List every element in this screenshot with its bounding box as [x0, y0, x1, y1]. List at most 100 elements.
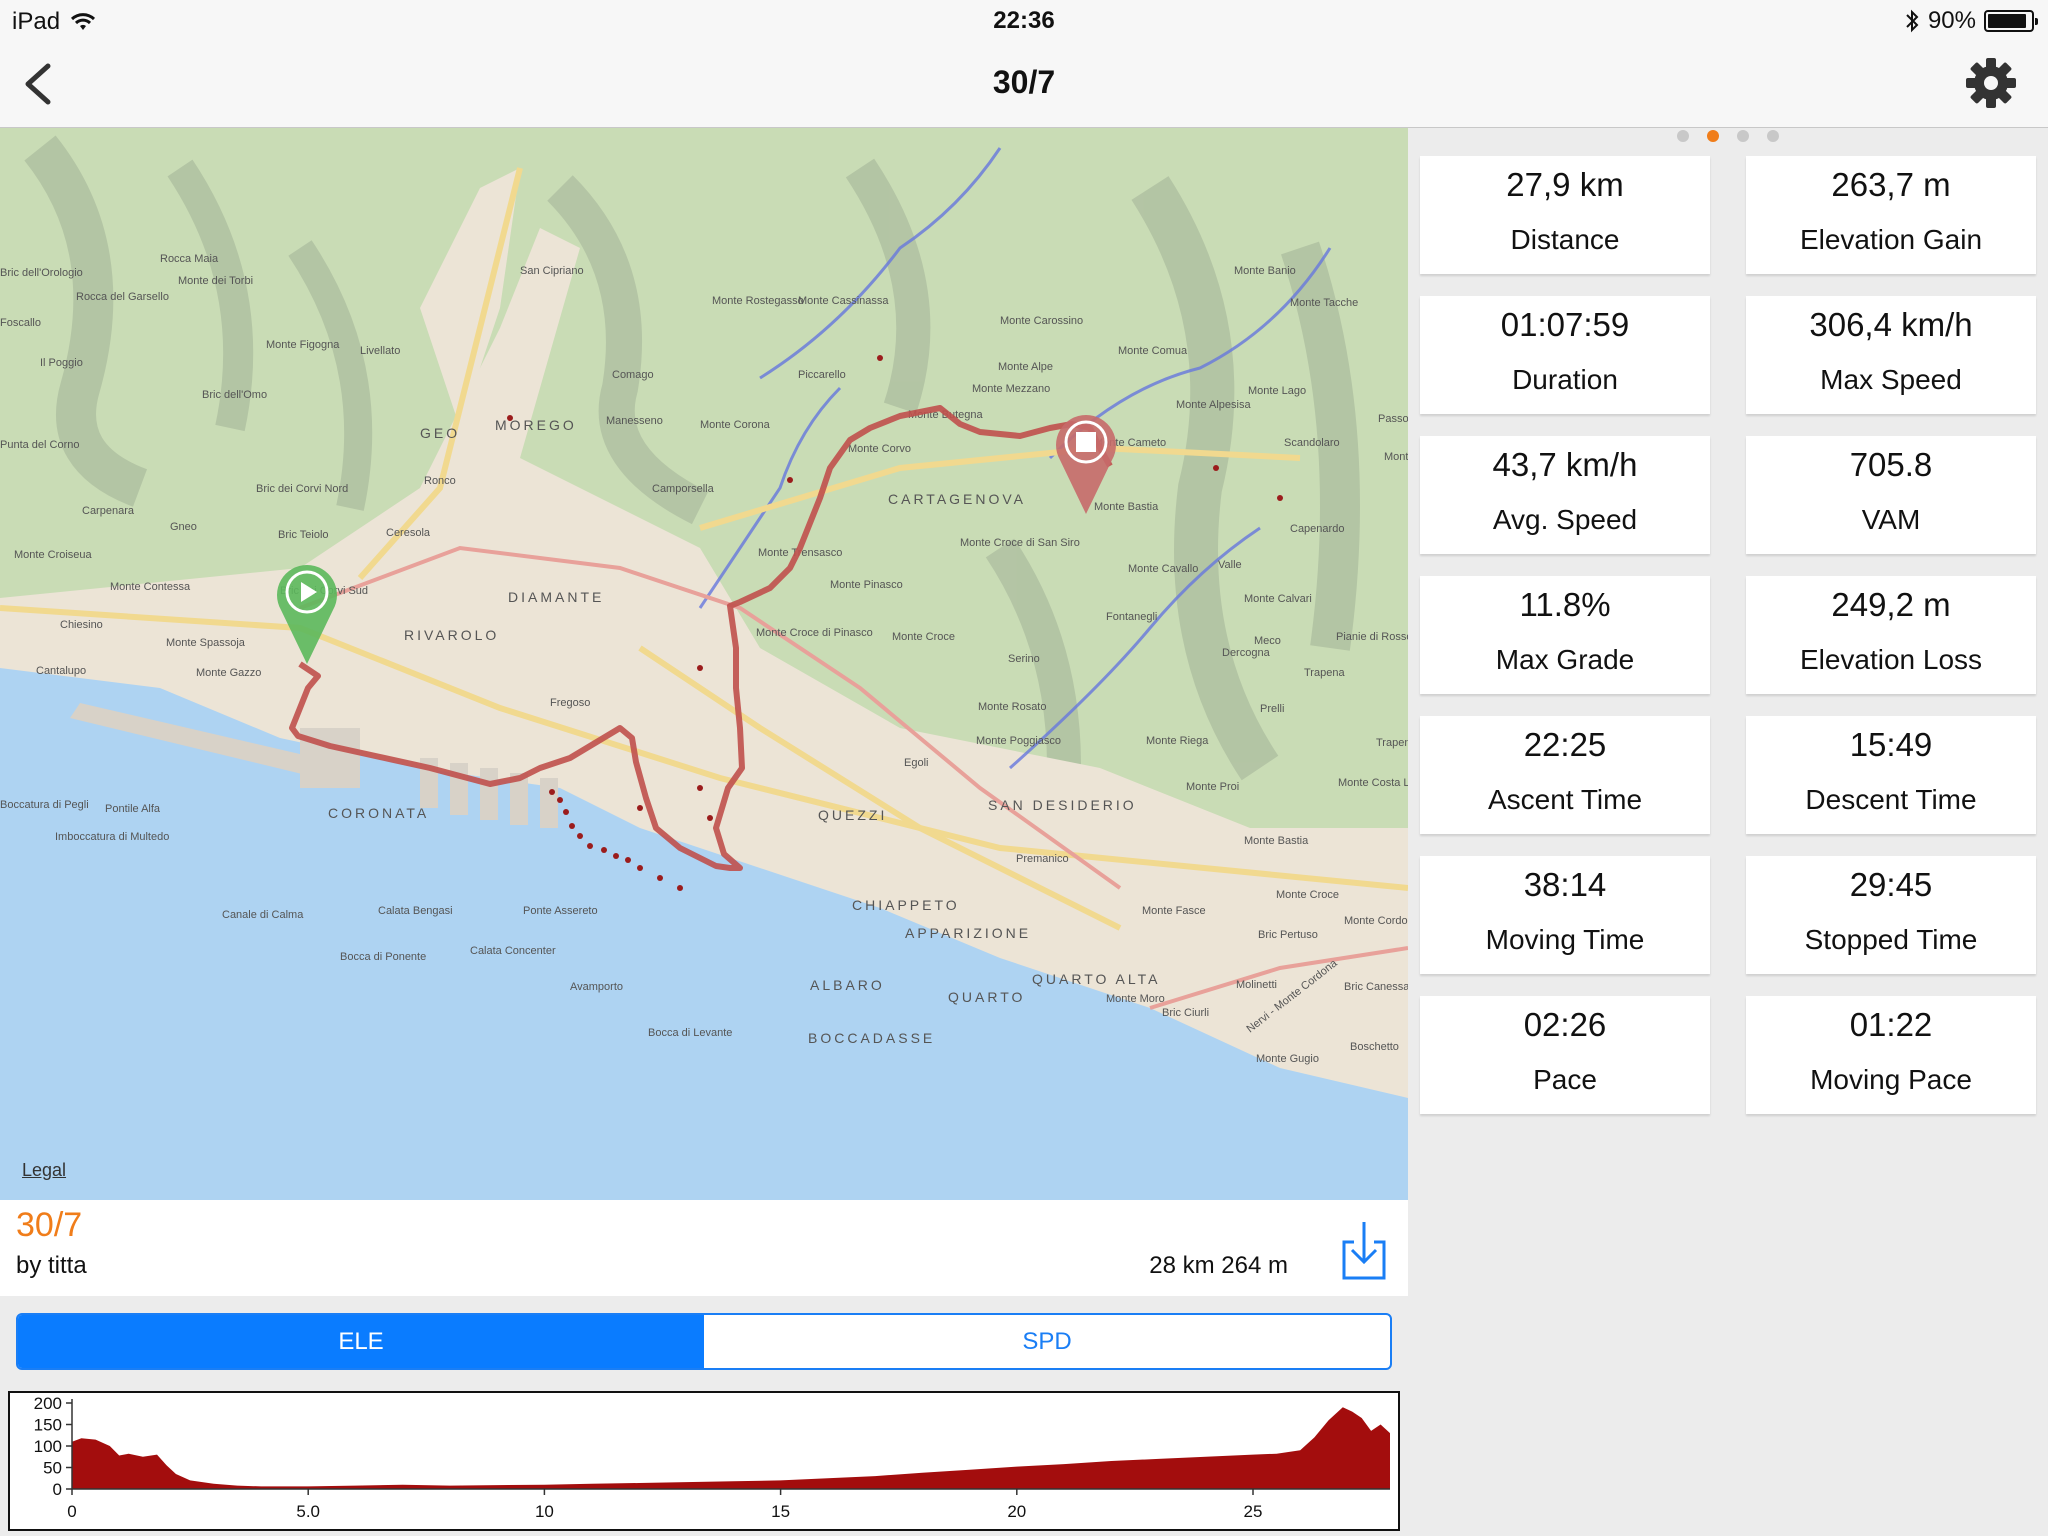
stat-card-max-grade: 11.8% Max Grade [1420, 576, 1710, 694]
page-dot[interactable] [1767, 130, 1779, 142]
page-dot[interactable] [1677, 130, 1689, 142]
track-name: 30/7 [16, 1206, 83, 1244]
svg-text:Monte Croce di Pinasco: Monte Croce di Pinasco [756, 627, 873, 639]
y-tick-label: 200 [34, 1394, 62, 1413]
stat-card-duration: 01:07:59 Duration [1420, 296, 1710, 414]
svg-text:Monte Comua: Monte Comua [1118, 345, 1188, 357]
svg-text:Bocca di Ponente: Bocca di Ponente [340, 951, 426, 963]
svg-text:Monte Gazzo: Monte Gazzo [196, 667, 261, 679]
page-dot[interactable] [1707, 130, 1719, 142]
stat-card-stopped-time: 29:45 Stopped Time [1746, 856, 2036, 974]
svg-text:Ronco: Ronco [424, 475, 456, 487]
svg-text:Monte Banio: Monte Banio [1234, 265, 1296, 277]
svg-text:Manesseno: Manesseno [606, 415, 663, 427]
stat-label: Elevation Loss [1799, 644, 1983, 675]
svg-text:Il Poggio: Il Poggio [40, 357, 83, 369]
stat-value: 27,9 km [1506, 166, 1624, 203]
svg-text:QUARTO: QUARTO [948, 989, 1025, 1005]
x-tick-label: 20 [1007, 1502, 1026, 1521]
battery-fill [1988, 14, 2026, 28]
chart-mode-segmented-control: ELE SPD [16, 1313, 1392, 1370]
svg-text:Egoli: Egoli [904, 757, 928, 769]
svg-text:CARTAGENOVA: CARTAGENOVA [888, 491, 1026, 507]
svg-text:Capenardo: Capenardo [1290, 523, 1344, 535]
svg-text:Camporsella: Camporsella [652, 483, 715, 495]
stat-label: Moving Time [1485, 924, 1645, 955]
svg-text:ALBARO: ALBARO [810, 977, 885, 993]
stat-label: Moving Pace [1810, 1064, 1972, 1095]
svg-text:Monte Bastia: Monte Bastia [1094, 501, 1159, 513]
svg-text:Passo: Passo [1378, 413, 1408, 425]
stat-card-elevation-gain: 263,7 m Elevation Gain [1746, 156, 2036, 274]
stat-label: Avg. Speed [1492, 504, 1638, 535]
stat-value: 705.8 [1849, 446, 1933, 483]
svg-text:Monte Riega: Monte Riega [1146, 735, 1209, 747]
stat-label: Elevation Gain [1799, 224, 1983, 255]
route-map[interactable]: MOREGO GEO DIAMANTE RIVAROLO CARTAGENOVA… [0, 128, 1408, 1200]
svg-text:Piccarello: Piccarello [798, 369, 846, 381]
svg-text:Bric Ciurli: Bric Ciurli [1162, 1007, 1209, 1019]
stat-value: 249,2 m [1831, 586, 1951, 623]
svg-text:Scandolaro: Scandolaro [1284, 437, 1340, 449]
svg-text:Monte Contessa: Monte Contessa [110, 581, 191, 593]
map-canvas[interactable]: MOREGO GEO DIAMANTE RIVAROLO CARTAGENOVA… [0, 128, 1408, 1200]
svg-text:Avamporto: Avamporto [570, 981, 623, 993]
svg-text:Carpenara: Carpenara [82, 505, 135, 517]
page-indicator[interactable] [1408, 130, 2048, 146]
segment-spd[interactable]: SPD [704, 1315, 1390, 1368]
gear-icon[interactable] [1964, 56, 2018, 110]
svg-text:Trapena: Trapena [1304, 667, 1345, 679]
stat-value: 01:07:59 [1500, 306, 1630, 343]
stat-label: Max Speed [1820, 364, 1962, 395]
svg-text:RIVAROLO: RIVAROLO [404, 627, 499, 643]
bluetooth-icon [1906, 9, 1919, 33]
elevation-chart-canvas: 200 150 100 50 00 5.0 10 15 20 25 [34, 1394, 1390, 1521]
svg-text:Boschetto: Boschetto [1350, 1041, 1399, 1053]
svg-text:Monte Rostegasso: Monte Rostegasso [712, 295, 804, 307]
status-time: 22:36 [993, 7, 1055, 34]
navigation-bar: 30/7 [0, 40, 2048, 128]
svg-text:Monte Costa Li: Monte Costa Li [1338, 777, 1408, 789]
svg-text:Trapena Alt: Trapena Alt [1376, 737, 1408, 749]
svg-text:Monte Calvari: Monte Calvari [1244, 593, 1312, 605]
svg-text:Serino: Serino [1008, 653, 1040, 665]
stat-label: Duration [1512, 364, 1618, 395]
svg-text:Fregoso: Fregoso [550, 697, 590, 709]
svg-text:Monte Carossino: Monte Carossino [1000, 315, 1083, 327]
stat-value: 306,4 km/h [1809, 306, 1973, 343]
stat-card-max-speed: 306,4 km/h Max Speed [1746, 296, 2036, 414]
svg-text:San Cipriano: San Cipriano [520, 265, 584, 277]
x-tick-label: 15 [771, 1502, 790, 1521]
page-dot[interactable] [1737, 130, 1749, 142]
map-legal-link[interactable]: Legal [22, 1160, 66, 1181]
svg-text:Monte Croiseua: Monte Croiseua [14, 549, 93, 561]
svg-text:Monte Croce: Monte Croce [892, 631, 955, 643]
svg-text:Cantalupo: Cantalupo [36, 665, 86, 677]
svg-text:QUEZZI: QUEZZI [818, 807, 887, 823]
svg-text:Molinetti: Molinetti [1236, 979, 1277, 991]
segment-ele[interactable]: ELE [18, 1315, 704, 1368]
svg-text:Fontanegli: Fontanegli [1106, 611, 1157, 623]
elevation-chart: 200 150 100 50 0 0 5.0 10 15 20 25 [8, 1391, 1400, 1531]
stat-value: 15:49 [1849, 726, 1933, 763]
stat-label: Descent Time [1805, 784, 1977, 815]
svg-text:Gneo: Gneo [170, 521, 197, 533]
svg-text:Monte Spassoja: Monte Spassoja [166, 637, 246, 649]
track-info-bar: 30/7 by titta 28 km 264 m [0, 1200, 1408, 1296]
svg-text:Pianie di Rosso: Pianie di Rosso [1336, 631, 1408, 643]
download-icon[interactable] [1340, 1220, 1388, 1282]
stat-value: 263,7 m [1831, 166, 1951, 203]
svg-text:Ponte Assereto: Ponte Assereto [523, 905, 598, 917]
svg-text:Monte Proi: Monte Proi [1186, 781, 1239, 793]
status-bar: iPad 22:36 90% [0, 0, 2048, 40]
y-tick-label: 100 [34, 1437, 62, 1456]
svg-text:Chiesino: Chiesino [60, 619, 103, 631]
y-tick-label: 50 [43, 1459, 62, 1478]
svg-text:Bric Pertuso: Bric Pertuso [1258, 929, 1318, 941]
svg-text:Monte Cassinassa: Monte Cassinassa [798, 295, 889, 307]
page-title: 30/7 [992, 64, 1056, 100]
svg-text:Monte Bastia: Monte Bastia [1244, 835, 1309, 847]
svg-text:Monte Cavallo: Monte Cavallo [1128, 563, 1198, 575]
svg-text:Monte Pinasco: Monte Pinasco [830, 579, 903, 591]
stat-card-pace: 02:26 Pace [1420, 996, 1710, 1114]
